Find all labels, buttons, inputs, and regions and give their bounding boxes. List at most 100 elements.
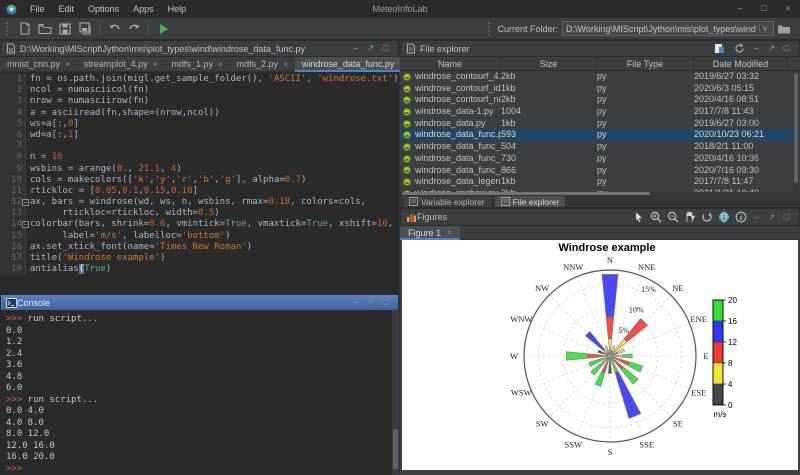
tab-close-icon[interactable]: × [283,60,288,69]
editor-tab[interactable]: mdfs_1.py× [164,57,229,71]
editor-tab-label: streamplot_4.py [84,59,148,69]
table-row[interactable]: windrose_data_func_b...730py2020/4/16 10… [400,153,793,165]
file-date-cell: 2020/4/16 10:36 [694,153,788,165]
console-line: 1.2 [6,337,399,349]
editor-tab[interactable]: windrose_data_func.py× [295,57,411,71]
zoom-in-icon[interactable] [648,209,663,225]
editor-tab[interactable]: streamplot_4.py × [77,57,165,71]
code-text: title('Windrose example') [26,253,165,264]
console-output[interactable]: >>> run script...0.01.22.43.64.86.0>>> r… [0,311,399,475]
panel-minimize-button[interactable]: – [749,210,764,225]
fold-marker-icon[interactable]: − [22,221,29,228]
zoom-out-icon[interactable] [665,209,680,225]
close-button[interactable]: × [776,0,800,18]
panel-maximize-button[interactable]: □ [378,295,393,310]
file-size-cell: 593 [501,129,597,141]
file-type-cell: py [597,129,694,141]
table-row[interactable]: windrose_data_legend...1kbpy2017/7/8 11:… [400,176,793,188]
minimize-button[interactable]: – [728,0,752,18]
svg-text:S: S [608,447,613,457]
file-name-cell: windrose_data_legend... [400,176,501,188]
panel-maximize-button[interactable]: □ [779,210,794,225]
panel-maximize-button[interactable]: □ [378,41,393,56]
panel-float-icon[interactable]: ↗ [363,41,378,56]
globe-icon[interactable] [716,209,731,225]
code-editor[interactable]: 1fn = os.path.join(migl.get_sample_folde… [0,72,399,294]
line-number: 16 [0,242,26,253]
panel-float-icon[interactable]: ↗ [363,295,378,310]
run-icon[interactable] [154,21,172,37]
rotate-icon[interactable] [699,209,714,225]
redo-icon[interactable] [125,21,143,37]
editor-tab[interactable]: mdfs_2.py× [230,57,295,71]
pointer-icon[interactable] [631,209,646,225]
table-row[interactable]: windrose_contourf_4.py2kbpy2019/6/27 03:… [400,71,793,83]
menu-item-edit[interactable]: Edit [52,4,82,14]
table-row[interactable]: windrose_data_func_s...866py2020/7/16 09… [400,165,793,177]
panel-maximize-button[interactable]: □ [779,41,794,56]
current-folder-value: D:\Working\MIScript\Jython\mis\plot_type… [566,24,759,34]
info-icon[interactable] [733,209,748,225]
code-line: 2ncol = numasciicol(fn) [0,85,399,96]
tab-close-icon[interactable]: × [218,60,223,69]
console-scrollbar[interactable] [392,311,399,475]
column-header-file-type[interactable]: File Type [597,57,694,70]
table-row[interactable]: windrose_data-1.py1004py2017/7/8 11:43 [400,106,793,118]
table-row[interactable]: windrose_data_func.py593py2020/10/23 06:… [400,129,793,141]
current-folder-combobox[interactable]: D:\Working\MIScript\Jython\mis\plot_type… [562,21,774,36]
panel-float-icon[interactable]: ↗ [764,41,779,56]
menu-item-help[interactable]: Help [161,4,194,14]
menu-item-file[interactable]: File [23,4,52,14]
chevron-down-icon[interactable]: ∨ [759,24,770,33]
new-file-icon[interactable] [16,21,34,37]
browse-folder-icon[interactable] [775,21,793,37]
editor-tab-label: mnist_cnn.py [7,59,60,69]
new-window-icon[interactable] [710,41,728,57]
figure-tab[interactable]: Figure 1 × [400,226,460,239]
table-row[interactable]: windrose_contourf_id...1kbpy2020/6/3 05:… [400,83,793,95]
menu-item-apps[interactable]: Apps [126,4,161,14]
table-row[interactable]: windrose_contourf_na...2kbpy2020/4/16 08… [400,94,793,106]
menu-item-options[interactable]: Options [81,4,126,14]
panel-minimize-button[interactable]: – [749,41,764,56]
table-row[interactable]: windrose_data.py1kbpy2019/6/27 03:00 [400,118,793,130]
code-line: 1fn = os.path.join(migl.get_sample_folde… [0,74,399,85]
pan-hand-icon[interactable] [682,209,697,225]
line-number: 2 [0,85,26,96]
open-folder-icon[interactable] [36,21,54,37]
tab-close-icon[interactable]: × [153,60,158,69]
svg-text:ESE: ESE [691,388,706,398]
code-text: antialias(True) [26,264,111,275]
refresh-icon[interactable] [730,41,748,57]
save-all-icon[interactable] [76,21,94,37]
python-file-icon [403,166,411,174]
svg-text:SSE: SSE [639,439,654,449]
panel-minimize-button[interactable]: – [348,41,363,56]
code-line: 12−ax, bars = windrose(wd, ws, n, wsbins… [0,197,399,208]
line-number: 15 [0,231,26,242]
editor-tab[interactable]: mnist_cnn.py × [0,57,77,71]
bottom-tab-variable-explorer[interactable]: Variable explorer [402,195,492,207]
code-line: 15 label='m/s', labelloc='bottom') [0,231,399,242]
column-header-size[interactable]: Size [501,57,597,70]
maximize-button[interactable]: □ [752,0,776,18]
column-header-date-modified[interactable]: Date Modified [694,57,788,70]
panel-minimize-button[interactable]: – [348,295,363,310]
file-table-vscrollbar[interactable] [793,71,799,192]
console-line: >>> run script... [6,395,399,407]
tab-close-icon[interactable]: × [65,60,70,69]
console-title: Console [17,298,50,308]
table-row[interactable]: windrose_data_func_1...504py2018/2/1 11:… [400,141,793,153]
file-table-header: NameSizeFile TypeDate Modified [400,57,800,71]
column-header-name[interactable]: Name [400,57,501,70]
bottom-tab-file-explorer[interactable]: File explorer [494,195,567,207]
file-size-cell: 2kb [501,71,597,83]
svg-text:SE: SE [673,419,683,429]
save-icon[interactable] [56,21,74,37]
figure-tab-close-icon[interactable]: × [447,228,452,237]
panel-float-icon[interactable]: ↗ [764,210,779,225]
fold-marker-icon[interactable]: − [22,199,29,206]
undo-icon[interactable] [105,21,123,37]
file-date-cell: 2018/2/1 11:00 [694,141,788,153]
file-type-cell: py [597,94,694,106]
